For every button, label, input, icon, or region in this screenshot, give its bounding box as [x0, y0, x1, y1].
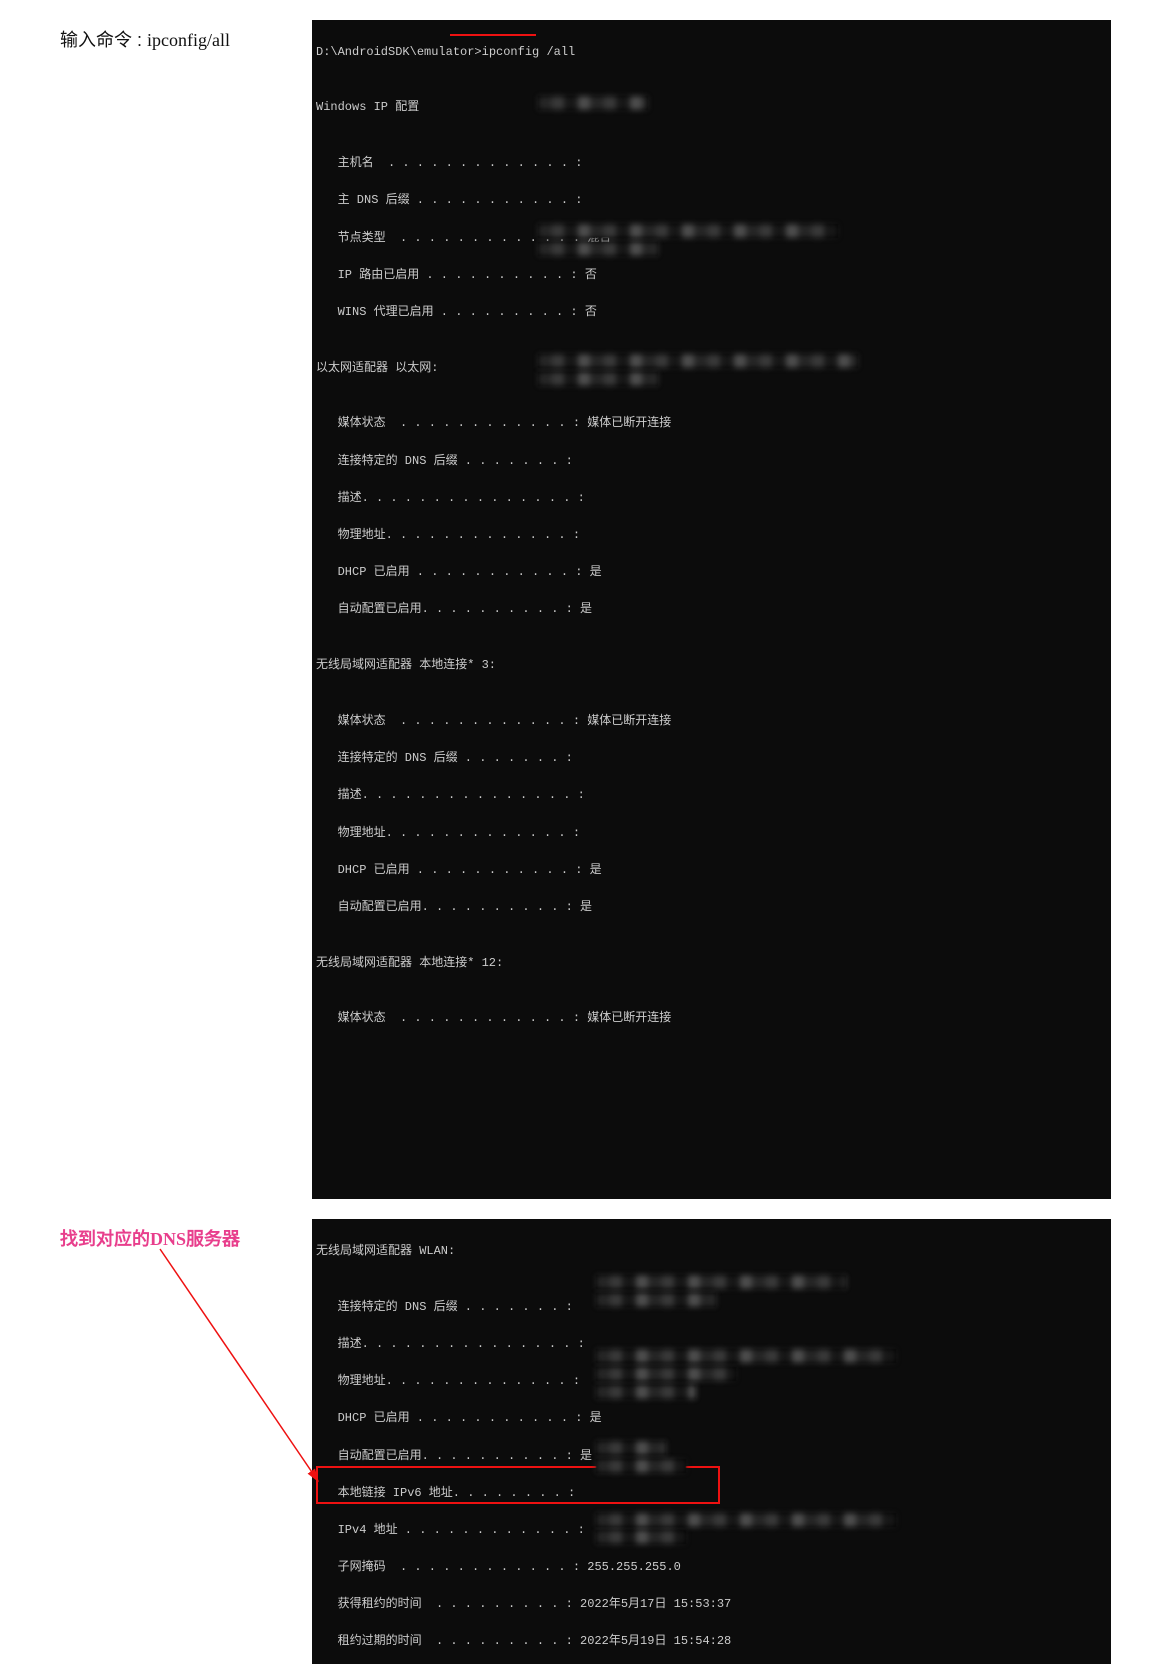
term2-line: DHCP 已启用 . . . . . . . . . . . : 是: [316, 1409, 1111, 1428]
term1-line: 连接特定的 DNS 后缀 . . . . . . . :: [316, 452, 1111, 471]
terminal-ipconfig-output-2: 无线局域网适配器 WLAN: 连接特定的 DNS 后缀 . . . . . . …: [312, 1219, 1111, 1664]
caption-ipconfig: 输入命令 : ipconfig/all: [60, 20, 312, 52]
term1-line: D:\AndroidSDK\emulator>ipconfig /all: [316, 43, 1111, 62]
caption-ipconfig-prefix: 输入命令: [60, 30, 132, 50]
term1-line: DHCP 已启用 . . . . . . . . . . . : 是: [316, 563, 1111, 582]
term1-line: IP 路由已启用 . . . . . . . . . . : 否: [316, 266, 1111, 285]
censor-block: [596, 1459, 686, 1473]
caption-dns: 找到对应的DNS服务器: [60, 1219, 312, 1251]
censor-block: [596, 1349, 896, 1363]
term1-line: 描述. . . . . . . . . . . . . . . :: [316, 786, 1111, 805]
censor-block: [538, 354, 858, 368]
term1-line: 自动配置已启用. . . . . . . . . . : 是: [316, 898, 1111, 917]
term1-line: 自动配置已启用. . . . . . . . . . : 是: [316, 600, 1111, 619]
term1-line: DHCP 已启用 . . . . . . . . . . . : 是: [316, 861, 1111, 880]
censor-block: [596, 1513, 896, 1527]
caption-ipconfig-colon: :: [132, 30, 147, 50]
term1-line: 媒体状态 . . . . . . . . . . . . : 媒体已断开连接: [316, 712, 1111, 731]
term1-line: Windows IP 配置: [316, 98, 1111, 117]
term1-line: 媒体状态 . . . . . . . . . . . . : 媒体已断开连接: [316, 414, 1111, 433]
censor-block: [538, 224, 838, 238]
term1-line: 物理地址. . . . . . . . . . . . . :: [316, 824, 1111, 843]
underline-ipconfig-all: [450, 34, 536, 36]
term2-line: 租约过期的时间 . . . . . . . . . : 2022年5月19日 1…: [316, 1632, 1111, 1651]
term1-line: 无线局域网适配器 本地连接* 3:: [316, 656, 1111, 675]
term2-line: 自动配置已启用. . . . . . . . . . : 是: [316, 1447, 1111, 1466]
censor-block: [538, 242, 658, 256]
censor-block: [596, 1367, 736, 1381]
term1-line: 媒体状态 . . . . . . . . . . . . : 媒体已断开连接: [316, 1009, 1111, 1028]
term2-line: 获得租约的时间 . . . . . . . . . : 2022年5月17日 1…: [316, 1595, 1111, 1614]
censor-block: [596, 1441, 666, 1455]
term1-line: 主机名 . . . . . . . . . . . . . :: [316, 154, 1111, 173]
term2-line: 无线局域网适配器 WLAN:: [316, 1242, 1111, 1261]
row-dns: 找到对应的DNS服务器 无线局域网适配器 WLAN: 连接特定的 DNS 后缀 …: [60, 1219, 1111, 1664]
term1-line: 主 DNS 后缀 . . . . . . . . . . . :: [316, 191, 1111, 210]
caption-dns-text1: 找到对应的: [60, 1229, 150, 1249]
caption-dns-text2: DNS: [150, 1229, 186, 1249]
term1-line: 连接特定的 DNS 后缀 . . . . . . . :: [316, 749, 1111, 768]
terminal-ipconfig-output-1: D:\AndroidSDK\emulator>ipconfig /all Win…: [312, 20, 1111, 1199]
censor-block: [596, 1293, 716, 1307]
term2-line: 子网掩码 . . . . . . . . . . . . : 255.255.2…: [316, 1558, 1111, 1577]
row-ipconfig: 输入命令 : ipconfig/all D:\AndroidSDK\emulat…: [60, 20, 1111, 1199]
caption-dns-text3: 服务器: [186, 1229, 240, 1249]
censor-block: [596, 1275, 846, 1289]
term2-line: 本地链接 IPv6 地址. . . . . . . . :: [316, 1484, 1111, 1503]
term1-line: 物理地址. . . . . . . . . . . . . :: [316, 526, 1111, 545]
censor-block: [596, 1385, 696, 1399]
term1-line: 无线局域网适配器 本地连接* 12:: [316, 954, 1111, 973]
censor-block: [596, 1530, 686, 1544]
term1-line: WINS 代理已启用 . . . . . . . . . : 否: [316, 303, 1111, 322]
term1-line: 描述. . . . . . . . . . . . . . . :: [316, 489, 1111, 508]
caption-ipconfig-cmd: ipconfig/all: [147, 30, 230, 50]
censor-block: [538, 372, 658, 386]
censor-block: [538, 96, 648, 110]
